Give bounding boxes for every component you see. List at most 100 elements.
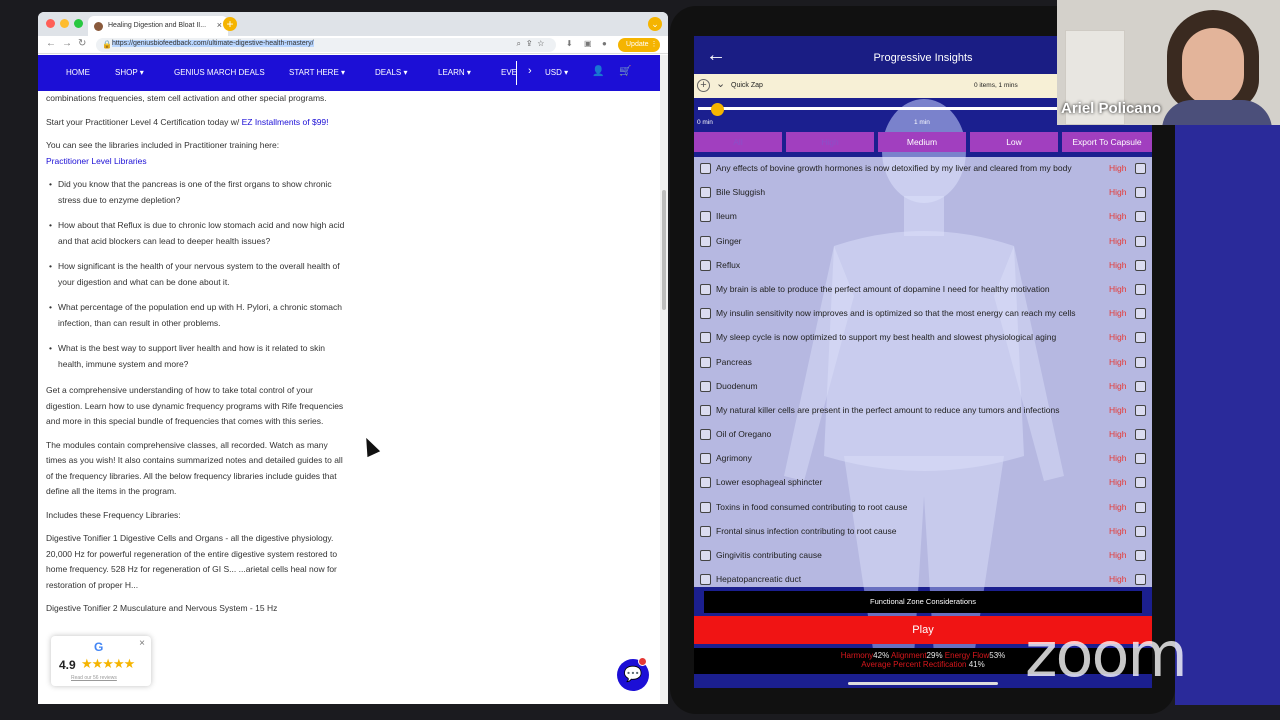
select-checkbox[interactable] xyxy=(700,235,711,247)
capsule-checkbox[interactable] xyxy=(1135,283,1146,295)
installments-link[interactable]: EZ Installments of $99! xyxy=(242,117,329,127)
list-item[interactable]: My brain is able to produce the perfect … xyxy=(694,278,1152,302)
capsule-checkbox[interactable] xyxy=(1135,163,1146,174)
list-item[interactable]: My insulin sensitivity now improves and … xyxy=(694,302,1152,326)
list-item[interactable]: Frontal sinus infection contributing to … xyxy=(694,520,1152,544)
tab-medium[interactable]: Medium xyxy=(878,132,966,152)
back-arrow-icon[interactable]: ← xyxy=(46,38,56,49)
select-checkbox[interactable] xyxy=(700,574,711,586)
nav-learn[interactable]: LEARN ▾ xyxy=(438,68,471,77)
select-checkbox[interactable] xyxy=(700,453,711,465)
download-icon[interactable]: ⬇ xyxy=(566,39,573,48)
select-checkbox[interactable] xyxy=(700,525,711,537)
capsule-checkbox[interactable] xyxy=(1135,211,1146,223)
list-item[interactable]: My natural killer cells are present in t… xyxy=(694,399,1152,423)
capsule-checkbox[interactable] xyxy=(1135,187,1146,199)
nav-next-chevron-icon[interactable]: › xyxy=(528,65,532,77)
new-tab-button[interactable]: + xyxy=(223,17,237,31)
address-bar-icons[interactable]: ⌕⇪☆ xyxy=(516,39,550,49)
ipad-home-indicator[interactable] xyxy=(848,682,998,685)
capsule-checkbox[interactable] xyxy=(1135,404,1146,416)
cart-icon[interactable]: 🛒 xyxy=(619,66,631,77)
account-icon[interactable]: 👤 xyxy=(592,66,604,77)
list-item[interactable]: Duodenum High xyxy=(694,375,1152,399)
duration-slider-knob[interactable] xyxy=(711,103,724,116)
page-scrollbar[interactable] xyxy=(660,55,668,704)
select-checkbox[interactable] xyxy=(700,501,711,513)
nav-deals[interactable]: DEALS ▾ xyxy=(375,68,407,77)
tab-all[interactable]: All xyxy=(694,132,782,152)
tab-close-icon[interactable]: × xyxy=(217,20,222,30)
close-icon[interactable]: × xyxy=(139,638,145,649)
address-bar[interactable]: 🔒 https://geniusbiofeedback.com/ultimate… xyxy=(96,38,556,52)
capsule-checkbox[interactable] xyxy=(1135,308,1146,320)
functional-zone-bar[interactable]: Functional Zone Considerations xyxy=(704,591,1142,613)
capsule-checkbox[interactable] xyxy=(1135,525,1146,537)
list-item[interactable]: Oil of Oregano High xyxy=(694,423,1152,447)
minimize-window-button[interactable] xyxy=(60,19,69,28)
select-checkbox[interactable] xyxy=(700,259,711,271)
capsule-checkbox[interactable] xyxy=(1135,235,1146,247)
select-checkbox[interactable] xyxy=(700,404,711,416)
url-text[interactable]: https://geniusbiofeedback.com/ultimate-d… xyxy=(112,40,314,47)
profile-avatar-icon[interactable]: ● xyxy=(602,39,607,48)
list-item[interactable]: Bile Sluggish High xyxy=(694,181,1152,205)
capsule-checkbox[interactable] xyxy=(1135,259,1146,271)
capsule-checkbox[interactable] xyxy=(1135,356,1146,368)
reload-icon[interactable]: ↻ xyxy=(78,38,86,49)
list-item[interactable]: My sleep cycle is now optimized to suppo… xyxy=(694,326,1152,350)
google-review-widget[interactable]: G × 4.9 ★★★★★ Read our 56 reviews xyxy=(51,636,151,686)
close-window-button[interactable] xyxy=(46,19,55,28)
capsule-checkbox[interactable] xyxy=(1135,550,1146,561)
list-item[interactable]: Toxins in food consumed contributing to … xyxy=(694,496,1152,520)
select-checkbox[interactable] xyxy=(700,211,711,223)
list-item[interactable]: Gingivitis contributing cause High xyxy=(694,544,1152,568)
extensions-icon[interactable]: ▣ xyxy=(584,39,592,48)
select-checkbox[interactable] xyxy=(700,429,711,441)
energy-flow-value: 53% xyxy=(989,651,1006,660)
capsule-checkbox[interactable] xyxy=(1135,429,1146,441)
export-to-capsule-button[interactable]: Export To Capsule xyxy=(1062,132,1152,152)
capsule-checkbox[interactable] xyxy=(1135,453,1146,465)
scroll-thumb[interactable] xyxy=(662,190,666,310)
capsule-checkbox[interactable] xyxy=(1135,332,1146,344)
capsule-checkbox[interactable] xyxy=(1135,501,1146,513)
maximize-window-button[interactable] xyxy=(74,19,83,28)
capsule-checkbox[interactable] xyxy=(1135,574,1146,586)
nav-home[interactable]: HOME xyxy=(66,68,90,77)
capsule-checkbox[interactable] xyxy=(1135,380,1146,392)
forward-arrow-icon[interactable]: → xyxy=(62,38,72,49)
capsule-checkbox[interactable] xyxy=(1135,477,1146,489)
tab-low[interactable]: Low xyxy=(970,132,1058,152)
select-checkbox[interactable] xyxy=(700,187,711,199)
list-item[interactable]: Lower esophageal sphincter High xyxy=(694,471,1152,495)
add-icon[interactable]: + xyxy=(697,79,710,92)
browser-tab[interactable]: Healing Digestion and Bloat II... × xyxy=(88,16,228,36)
select-checkbox[interactable] xyxy=(700,332,711,344)
chevron-down-icon[interactable]: ⌄ xyxy=(716,77,725,90)
list-item[interactable]: Ginger High xyxy=(694,230,1152,254)
nav-shop[interactable]: SHOP ▾ xyxy=(115,68,144,77)
tab-high[interactable]: High xyxy=(786,132,874,152)
list-item[interactable]: Ileum High xyxy=(694,205,1152,229)
nav-start-here[interactable]: START HERE ▾ xyxy=(289,68,345,77)
select-checkbox[interactable] xyxy=(700,163,711,174)
select-checkbox[interactable] xyxy=(700,380,711,392)
nav-march-deals[interactable]: GENIUS MARCH DEALS xyxy=(174,68,265,77)
reviews-link[interactable]: Read our 56 reviews xyxy=(71,675,117,681)
currency-selector[interactable]: USD ▾ xyxy=(545,68,568,77)
nav-events[interactable]: EVE xyxy=(501,68,517,77)
list-item[interactable]: Agrimony High xyxy=(694,447,1152,471)
tab-search-chevron-icon[interactable]: ⌄ xyxy=(648,17,662,31)
list-item[interactable]: Reflux High xyxy=(694,254,1152,278)
select-checkbox[interactable] xyxy=(700,308,711,320)
list-item[interactable]: Any effects of bovine growth hormones is… xyxy=(694,157,1152,181)
select-checkbox[interactable] xyxy=(700,283,711,295)
update-button[interactable]: Update ⋮ xyxy=(618,38,660,52)
list-item[interactable]: Pancreas High xyxy=(694,351,1152,375)
libraries-link[interactable]: Practitioner Level Libraries xyxy=(46,156,147,166)
list-item[interactable]: Hepatopancreatic duct High xyxy=(694,568,1152,587)
select-checkbox[interactable] xyxy=(700,356,711,368)
select-checkbox[interactable] xyxy=(700,477,711,489)
select-checkbox[interactable] xyxy=(700,550,711,561)
